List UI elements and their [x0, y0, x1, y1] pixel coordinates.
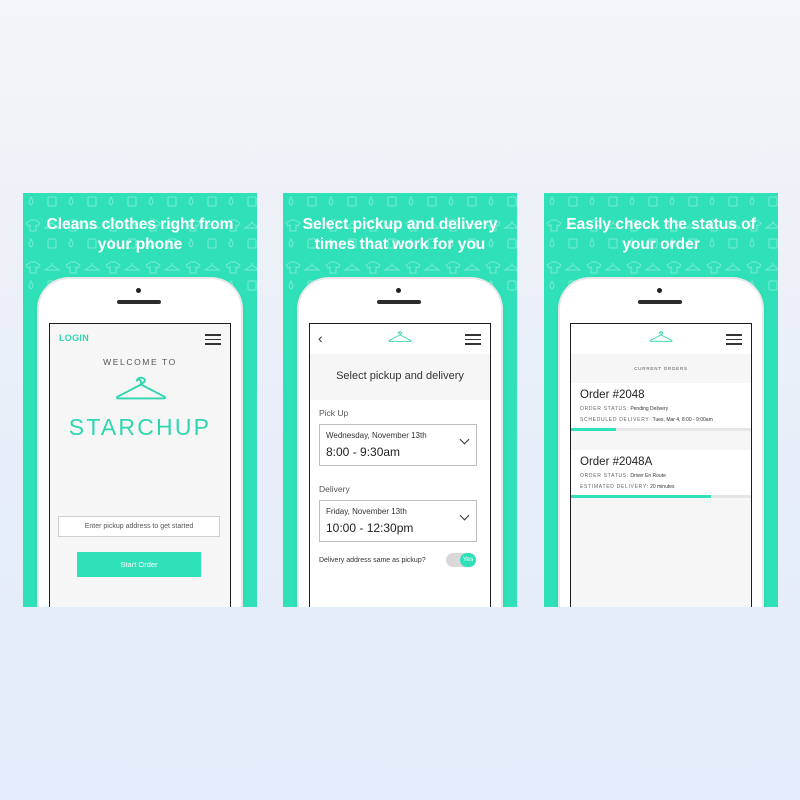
card-headline: Cleans clothes right from your phone: [46, 216, 234, 253]
same-address-toggle[interactable]: Yes: [446, 553, 476, 567]
same-address-label: Delivery address same as pickup?: [319, 557, 426, 564]
address-input[interactable]: Enter pickup address to get started: [58, 516, 220, 537]
pickup-date: Wednesday, November 13th: [326, 431, 427, 440]
order-status-line: ORDER STATUS: Pending Delivery: [580, 406, 668, 412]
front-camera: [396, 288, 401, 293]
chevron-down-icon: [459, 434, 470, 445]
phone-screen: LOGIN WELCOME TO STARCHUP Enter pickup a…: [49, 323, 231, 607]
chevron-down-icon: [459, 510, 470, 521]
welcome-text: WELCOME TO: [103, 357, 177, 367]
page-title: Select pickup and delivery: [336, 370, 464, 382]
delivery-date: Friday, November 13th: [326, 507, 407, 516]
pickup-time: 8:00 - 9:30am: [326, 445, 401, 459]
order-status-key: ORDER STATUS:: [580, 473, 629, 479]
order-card[interactable]: Order #2048 ORDER STATUS: Pending Delive…: [571, 383, 751, 431]
hanger-icon: [649, 330, 673, 343]
delivery-select[interactable]: Friday, November 13th 10:00 - 12:30pm: [319, 500, 477, 542]
hamburger-icon[interactable]: [205, 334, 221, 345]
chevron-left-icon[interactable]: ‹: [318, 331, 323, 345]
card-welcome: Cleans clothes right from your phone LOG…: [23, 193, 257, 607]
phone-frame: LOGIN WELCOME TO STARCHUP Enter pickup a…: [39, 279, 241, 607]
pickup-select[interactable]: Wednesday, November 13th 8:00 - 9:30am: [319, 424, 477, 466]
phone-frame: ‹ Select pickup and delivery Pick Up Wed…: [299, 279, 501, 607]
order-time-value: 20 minutes: [650, 484, 675, 490]
order-title: Order #2048A: [580, 456, 653, 468]
order-card[interactable]: Order #2048A ORDER STATUS: Driver En Rou…: [571, 450, 751, 498]
front-camera: [657, 288, 662, 293]
order-status-value: Pending Delivery: [630, 406, 669, 412]
order-time-key: SCHEDULED DELIVERY:: [580, 417, 652, 423]
earpiece-speaker: [377, 300, 421, 304]
earpiece-speaker: [117, 300, 161, 304]
card-schedule: Select pickup and delivery times that wo…: [283, 193, 517, 607]
hanger-icon: [115, 374, 167, 402]
app-header: ‹: [310, 324, 490, 354]
earpiece-speaker: [638, 300, 682, 304]
order-progress-fill: [571, 495, 712, 498]
front-camera: [136, 288, 141, 293]
delivery-label: Delivery: [319, 484, 350, 494]
delivery-time: 10:00 - 12:30pm: [326, 521, 414, 535]
order-status-key: ORDER STATUS:: [580, 406, 629, 412]
phone-screen: CURRENT ORDERS Order #2048 ORDER STATUS:…: [570, 323, 752, 607]
order-status-line: ORDER STATUS: Driver En Route: [580, 473, 666, 479]
toggle-knob: Yes: [460, 553, 476, 567]
phone-screen: ‹ Select pickup and delivery Pick Up Wed…: [309, 323, 491, 607]
order-progress-bar: [571, 495, 751, 498]
login-link[interactable]: LOGIN: [59, 333, 89, 343]
app-header: [571, 324, 751, 354]
hanger-icon: [388, 330, 412, 343]
card-headline: Easily check the status of your order: [566, 216, 756, 253]
order-time-line: ESTIMATED DELIVERY: 20 minutes: [580, 484, 675, 490]
card-headline: Select pickup and delivery times that wo…: [302, 216, 498, 253]
card-status: Easily check the status of your order CU…: [544, 193, 778, 607]
pickup-label: Pick Up: [319, 408, 349, 418]
hamburger-icon[interactable]: [465, 334, 481, 345]
order-time-line: SCHEDULED DELIVERY: Tues, Mar 4, 8:00 - …: [580, 417, 713, 423]
order-time-value: Tues, Mar 4, 8:00 - 9:00am: [652, 417, 713, 423]
order-time-key: ESTIMATED DELIVERY:: [580, 484, 649, 490]
order-progress-bar: [571, 428, 751, 431]
phone-frame: CURRENT ORDERS Order #2048 ORDER STATUS:…: [560, 279, 762, 607]
order-status-value: Driver En Route: [630, 473, 666, 479]
section-title: CURRENT ORDERS: [634, 366, 688, 371]
start-order-button[interactable]: Start Order: [77, 552, 201, 577]
hamburger-icon[interactable]: [726, 334, 742, 345]
schedule-form: Pick Up Wednesday, November 13th 8:00 - …: [310, 400, 490, 607]
order-title: Order #2048: [580, 389, 645, 401]
brand-wordmark: STARCHUP: [68, 414, 212, 440]
order-progress-fill: [571, 428, 616, 431]
